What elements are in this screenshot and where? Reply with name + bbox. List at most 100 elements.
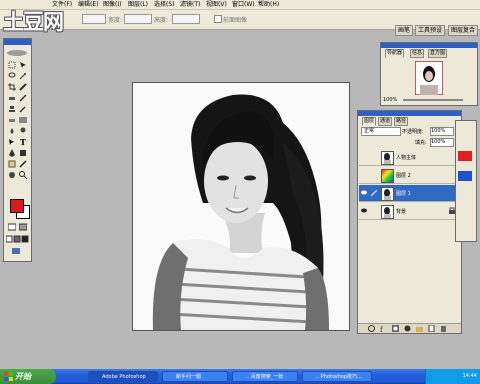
type-tool-icon[interactable]: T — [19, 138, 27, 146]
swatches-panel-edge — [455, 120, 477, 242]
menu-help[interactable]: 帮助(H) — [258, 1, 279, 8]
blend-mode-select[interactable]: 正常 — [361, 127, 401, 136]
menu-window[interactable]: 窗口(W) — [232, 1, 255, 8]
layers-panel: 图层 通道 路径 正常 不透明度: 100% 填充: 100% 人物主体 图层 … — [357, 110, 462, 334]
front-image-checkbox[interactable] — [214, 15, 222, 23]
opacity-field[interactable]: 100% — [430, 127, 454, 136]
dodge-tool-icon[interactable] — [19, 127, 27, 135]
tab-layer-comps[interactable]: 图层复合 — [448, 25, 479, 36]
magic-wand-icon[interactable] — [19, 72, 27, 80]
menu-layer[interactable]: 图层(L) — [128, 1, 148, 8]
jump-to-imageready-icon[interactable] — [12, 247, 20, 255]
layer-thumbnail-person — [381, 151, 394, 165]
add-mask-icon[interactable] — [392, 325, 399, 332]
slice-tool-icon[interactable] — [19, 83, 27, 91]
layer-style-icon[interactable]: f — [380, 325, 387, 332]
navigator-zoom-value[interactable]: 100% — [383, 97, 397, 103]
lasso-tool-icon[interactable] — [8, 72, 16, 80]
visibility-eye-icon[interactable] — [361, 208, 367, 213]
eraser-icon[interactable] — [8, 116, 16, 124]
brush-link-icon — [371, 190, 377, 196]
blur-tool-icon[interactable] — [8, 127, 16, 135]
quick-mask-off-icon[interactable] — [8, 223, 16, 231]
tab-navigator[interactable]: 导航器 — [385, 49, 405, 58]
document-canvas[interactable] — [132, 82, 350, 331]
menu-view[interactable]: 视图(V) — [206, 1, 227, 8]
tab-layers[interactable]: 图层 — [362, 117, 377, 126]
link-layers-icon[interactable] — [368, 325, 375, 332]
style-field[interactable] — [82, 14, 106, 24]
quick-mask-on-icon[interactable] — [19, 223, 27, 231]
width-field[interactable] — [124, 14, 152, 24]
screen-mode-icons[interactable] — [6, 235, 29, 243]
tudou-logo: 土豆网 — [3, 10, 64, 34]
eyedropper-icon[interactable] — [19, 160, 27, 168]
navigator-thumbnail — [415, 61, 443, 95]
tab-brushes[interactable]: 画笔 — [395, 25, 414, 36]
fill-label: 填充: — [415, 140, 427, 146]
portrait-photo — [133, 83, 349, 330]
brush-tool-icon[interactable] — [19, 94, 27, 102]
task-window-2[interactable]: 新手问一题 — [162, 371, 228, 382]
front-image-label: 前面图像 — [223, 17, 248, 24]
zoom-slider[interactable] — [403, 99, 463, 101]
trash-icon[interactable] — [440, 325, 447, 332]
height-field[interactable] — [172, 14, 200, 24]
layer-row-layer-1[interactable]: 图层 1 — [359, 185, 459, 202]
crop-tool-icon[interactable] — [8, 83, 16, 91]
windows-logo-icon — [4, 372, 13, 381]
navigator-panel: 导航器 信息 直方图 100% — [380, 42, 478, 106]
gradient-tool-icon[interactable] — [19, 116, 27, 124]
notes-tool-icon[interactable] — [8, 160, 16, 168]
start-label: 开始 — [15, 372, 31, 381]
history-brush-icon[interactable] — [19, 105, 27, 113]
clone-stamp-icon[interactable] — [8, 105, 16, 113]
task-photoshop[interactable]: Adobe Photoshop — [88, 371, 158, 382]
layer-name: 背景 — [396, 209, 407, 215]
adjustment-layer-icon[interactable] — [404, 325, 411, 332]
menu-edit[interactable]: 编辑(E) — [78, 1, 98, 8]
navigator-titlebar — [381, 43, 477, 48]
tab-info[interactable]: 信息 — [410, 49, 425, 58]
pen-tool-icon[interactable] — [8, 149, 16, 157]
tab-tool-presets[interactable]: 工具预设 — [415, 25, 446, 36]
start-button[interactable]: 开始 — [0, 369, 56, 384]
tab-channels[interactable]: 通道 — [378, 117, 393, 126]
layer-row-person[interactable]: 人物主体 — [359, 149, 459, 166]
tab-paths[interactable]: 路径 — [394, 117, 409, 126]
clock[interactable]: 14:44 — [463, 373, 477, 379]
svg-text:f: f — [380, 326, 384, 332]
width-label: 宽度: — [108, 17, 123, 24]
healing-brush-icon[interactable] — [8, 94, 16, 102]
layers-titlebar — [358, 111, 461, 116]
menu-filter[interactable]: 滤镜(T) — [180, 1, 200, 8]
swatch-blue[interactable] — [458, 171, 472, 181]
task-window-4[interactable]: .. Photoshop技巧... — [302, 371, 372, 382]
fill-field[interactable]: 100% — [430, 138, 454, 147]
shape-tool-icon[interactable] — [19, 149, 27, 157]
opacity-label: 不透明度: — [402, 129, 424, 135]
tab-histogram[interactable]: 直方图 — [428, 49, 448, 58]
layer-row-background[interactable]: 背景 — [359, 203, 459, 220]
marquee-tool-icon[interactable] — [8, 61, 16, 69]
new-layer-icon[interactable] — [428, 325, 435, 332]
move-tool-icon[interactable] — [19, 61, 27, 69]
height-label: 高度: — [154, 17, 169, 24]
foreground-color-swatch[interactable] — [10, 199, 24, 213]
layer-thumbnail-person — [381, 187, 394, 201]
visibility-eye-icon[interactable] — [361, 190, 367, 195]
zoom-tool-icon[interactable] — [19, 171, 27, 179]
menu-image[interactable]: 图像(I) — [103, 1, 121, 8]
menu-select[interactable]: 选择(S) — [154, 1, 175, 8]
new-group-icon[interactable] — [416, 325, 423, 332]
path-selection-icon[interactable] — [8, 138, 16, 146]
swatch-red[interactable] — [458, 151, 472, 161]
options-bar: 宽度: 高度: 前面图像 画笔 工具预设 图层复合 — [0, 10, 480, 36]
layer-name: 人物主体 — [396, 155, 417, 161]
layer-name: 图层 1 — [396, 191, 411, 197]
hand-tool-icon[interactable] — [8, 171, 16, 179]
system-tray: 14:44 — [425, 369, 480, 384]
taskbar: 开始 Adobe Photoshop 新手问一题 .. 百度搜索_一张 .. P… — [0, 369, 480, 384]
layer-row-layer-2[interactable]: 图层 2 — [359, 167, 459, 184]
task-window-3[interactable]: .. 百度搜索_一张 — [232, 371, 298, 382]
